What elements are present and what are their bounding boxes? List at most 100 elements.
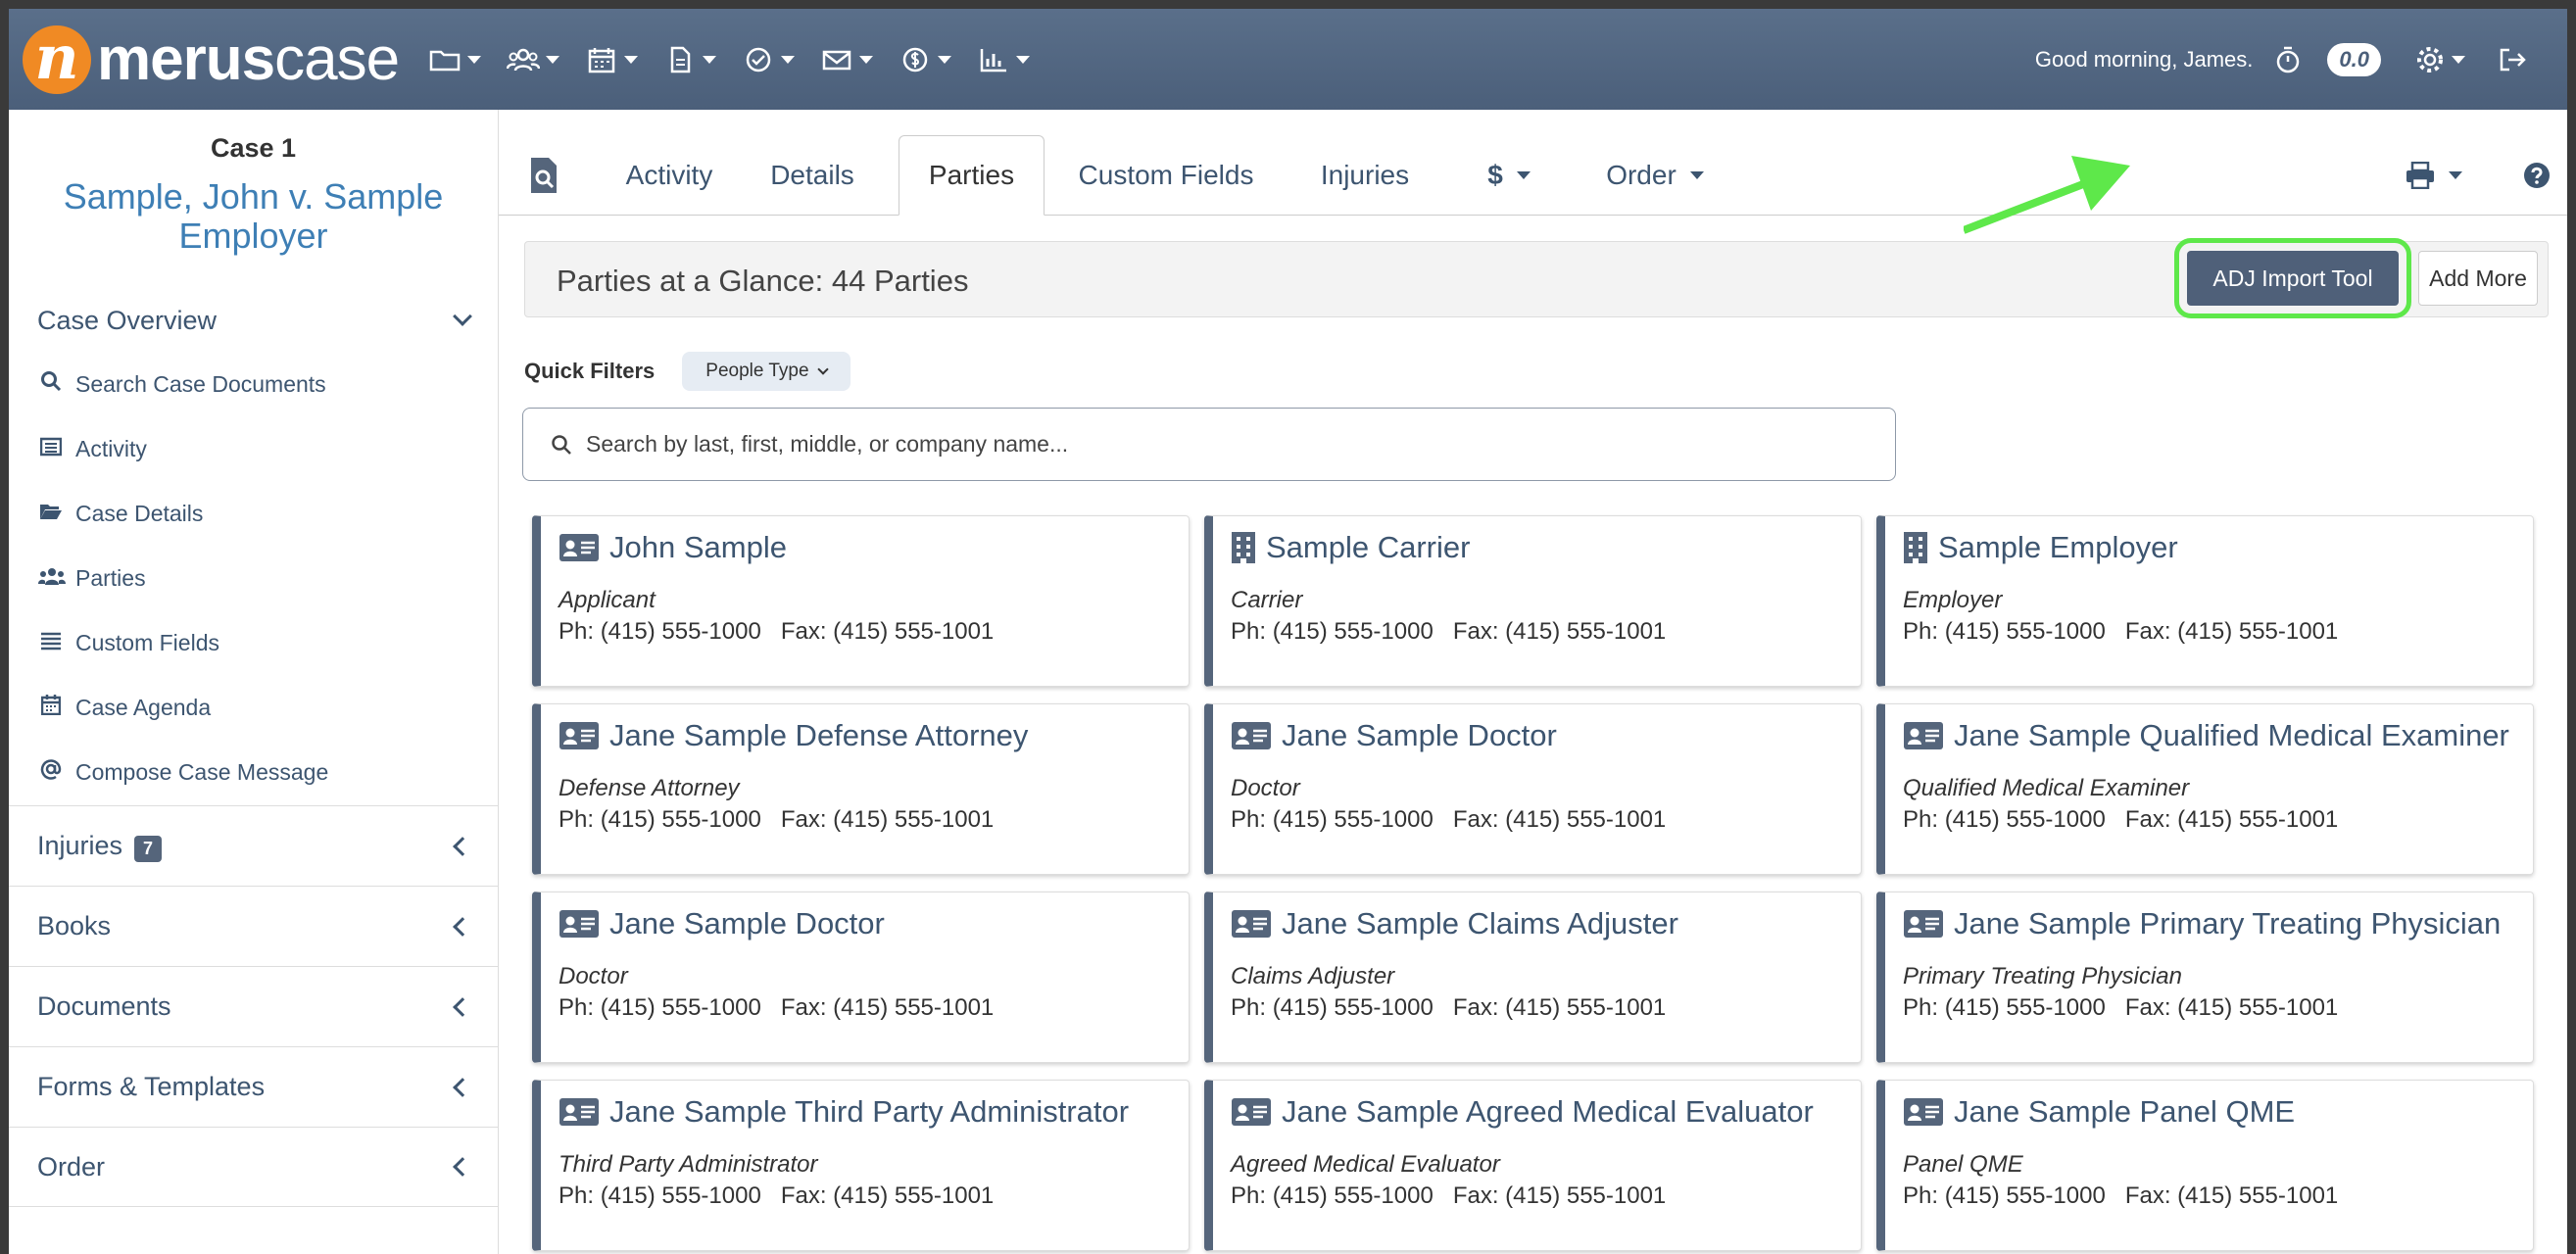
party-role: Defense Attorney	[559, 775, 740, 801]
case-overview-header[interactable]: Case Overview	[9, 297, 498, 344]
sidebar-item-custom-fields[interactable]: Custom Fields	[9, 610, 498, 675]
party-card[interactable]: Sample Employer Employer Ph: (415) 555-1…	[1876, 515, 2534, 687]
party-card[interactable]: Jane Sample Doctor Doctor Ph: (415) 555-…	[532, 892, 1190, 1063]
people-type-filter[interactable]: People Type	[682, 352, 851, 391]
party-card[interactable]: John Sample Applicant Ph: (415) 555-1000…	[532, 515, 1190, 687]
party-phone: Ph: (415) 555-1000 Fax: (415) 555-1001	[1903, 994, 2339, 1021]
tab-billing-dropdown[interactable]: $	[1455, 135, 1563, 216]
adj-import-tool-button[interactable]: ADJ Import Tool	[2174, 238, 2411, 318]
chevron-left-icon	[453, 1077, 472, 1097]
party-card[interactable]: Sample Carrier Carrier Ph: (415) 555-100…	[1204, 515, 1862, 687]
tab-order-dropdown[interactable]: Order	[1577, 135, 1733, 216]
party-role: Third Party Administrator	[559, 1151, 818, 1178]
add-more-button[interactable]: Add More	[2418, 251, 2538, 306]
party-card-header: Jane Sample Panel QME	[1903, 1094, 2295, 1130]
party-card[interactable]: Jane Sample Third Party Administrator Th…	[532, 1080, 1190, 1251]
party-card[interactable]: Jane Sample Qualified Medical Examiner Q…	[1876, 703, 2534, 875]
greeting-text: Good morning, James.	[2034, 46, 2254, 72]
calendar-icon	[38, 694, 64, 721]
party-name-link[interactable]: Jane Sample Qualified Medical Examiner	[1954, 718, 2509, 753]
stopwatch-icon[interactable]	[2274, 45, 2302, 74]
meruscase-logo[interactable]: n meruscase	[23, 9, 400, 110]
help-circle-icon	[2524, 163, 2550, 188]
id-card-icon	[1904, 910, 1943, 938]
sidebar-item-case-agenda[interactable]: Case Agenda	[9, 675, 498, 740]
contacts-menu[interactable]	[507, 45, 560, 74]
party-name-link[interactable]: Jane Sample Panel QME	[1954, 1094, 2295, 1130]
calendar-menu[interactable]	[585, 45, 639, 74]
section-label: Forms & Templates	[37, 1072, 266, 1101]
chevron-down-icon	[859, 55, 874, 64]
party-name-link[interactable]: Jane Sample Third Party Administrator	[609, 1094, 1129, 1130]
chevron-down-icon	[703, 55, 717, 64]
sidebar-section-forms-templates[interactable]: Forms & Templates	[9, 1046, 498, 1127]
party-name-link[interactable]: Sample Carrier	[1266, 530, 1470, 565]
section-label: Books	[37, 911, 112, 940]
chevron-down-icon[interactable]	[2452, 55, 2465, 64]
case-name-link[interactable]: Sample, John v. Sample Employer	[9, 177, 498, 256]
tab-activity[interactable]: Activity	[599, 135, 740, 216]
sidebar-section-injuries[interactable]: Injuries 7	[9, 805, 498, 886]
party-search-box	[522, 408, 1896, 481]
documents-menu[interactable]	[663, 45, 717, 74]
party-role: Carrier	[1231, 587, 1303, 613]
tab-search-documents[interactable]	[516, 135, 571, 216]
party-name-link[interactable]: Jane Sample Defense Attorney	[609, 718, 1028, 753]
id-card-icon	[1232, 722, 1271, 749]
chevron-down-icon	[781, 55, 796, 64]
billing-menu[interactable]	[899, 45, 952, 74]
tab-details[interactable]: Details	[744, 135, 881, 216]
print-menu[interactable]	[2390, 135, 2478, 216]
sidebar-item-activity[interactable]: Activity	[9, 416, 498, 481]
party-name-link[interactable]: Jane Sample Doctor	[1282, 718, 1557, 753]
tasks-menu[interactable]	[742, 45, 796, 74]
timer-badge[interactable]: 0.0	[2327, 42, 2381, 76]
sidebar-item-label: Case Details	[75, 500, 204, 526]
logout-icon[interactable]	[2497, 45, 2528, 74]
sidebar-item-label: Parties	[75, 564, 146, 591]
party-role: Agreed Medical Evaluator	[1231, 1151, 1500, 1178]
help-button[interactable]	[2517, 135, 2556, 216]
case-sidebar: Case 1 Sample, John v. Sample Employer C…	[9, 110, 499, 1254]
party-card[interactable]: Jane Sample Primary Treating Physician P…	[1876, 892, 2534, 1063]
party-name-link[interactable]: Jane Sample Primary Treating Physician	[1954, 906, 2501, 941]
party-name-link[interactable]: Jane Sample Doctor	[609, 906, 885, 941]
party-name-link[interactable]: Jane Sample Claims Adjuster	[1282, 906, 1678, 941]
tab-parties[interactable]: Parties	[899, 135, 1045, 216]
tab-injuries[interactable]: Injuries	[1287, 135, 1443, 216]
sidebar-section-documents[interactable]: Documents	[9, 966, 498, 1046]
sidebar-item-search-case-documents[interactable]: Search Case Documents	[9, 352, 498, 416]
party-name-link[interactable]: Sample Employer	[1938, 530, 2178, 565]
users-icon	[507, 48, 541, 71]
lines-icon	[38, 630, 64, 656]
party-card[interactable]: Jane Sample Agreed Medical Evaluator Agr…	[1204, 1080, 1862, 1251]
sidebar-item-label: Activity	[75, 435, 147, 461]
party-name-link[interactable]: John Sample	[609, 530, 787, 565]
envelope-icon	[822, 50, 851, 70]
sidebar-section-order[interactable]: Order	[9, 1127, 498, 1207]
messages-menu[interactable]	[820, 45, 874, 74]
party-card-header: Jane Sample Claims Adjuster	[1231, 906, 1678, 941]
sidebar-item-compose-case-message[interactable]: Compose Case Message	[9, 740, 498, 804]
chevron-down-icon	[2449, 171, 2462, 179]
party-name-link[interactable]: Jane Sample Agreed Medical Evaluator	[1282, 1094, 1814, 1130]
sidebar-section-books[interactable]: Books	[9, 886, 498, 966]
party-card[interactable]: Jane Sample Claims Adjuster Claims Adjus…	[1204, 892, 1862, 1063]
sidebar-item-case-details[interactable]: Case Details	[9, 481, 498, 546]
party-role: Doctor	[559, 963, 628, 989]
cases-menu[interactable]	[428, 45, 482, 74]
reports-menu[interactable]	[977, 45, 1031, 74]
sidebar-item-parties[interactable]: Parties	[9, 546, 498, 610]
party-card[interactable]: Jane Sample Panel QME Panel QME Ph: (415…	[1876, 1080, 2534, 1251]
party-card-header: Jane Sample Primary Treating Physician	[1903, 906, 2501, 941]
party-card[interactable]: Jane Sample Defense Attorney Defense Att…	[532, 703, 1190, 875]
tab-billing-label: $	[1487, 160, 1503, 190]
party-card[interactable]: Jane Sample Doctor Doctor Ph: (415) 555-…	[1204, 703, 1862, 875]
party-search-input[interactable]	[586, 431, 1860, 458]
chevron-down-icon	[624, 55, 639, 64]
gear-icon[interactable]	[2414, 44, 2446, 75]
people-type-label: People Type	[705, 361, 809, 381]
chevron-down-icon	[546, 55, 560, 64]
tab-custom-fields[interactable]: Custom Fields	[1053, 135, 1279, 216]
party-card-header: Jane Sample Third Party Administrator	[559, 1094, 1129, 1130]
